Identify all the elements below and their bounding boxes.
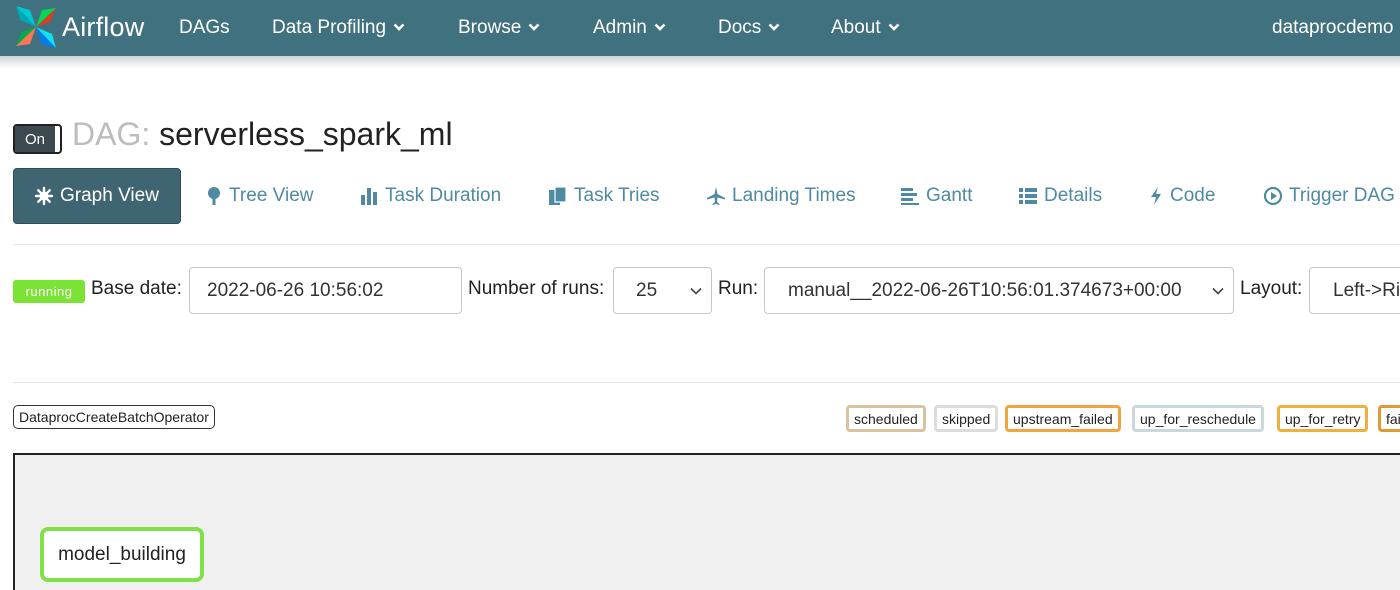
state-legend-label: skipped bbox=[942, 410, 991, 427]
state-legend-label: fai bbox=[1386, 410, 1400, 427]
chevron-down-icon bbox=[690, 287, 702, 295]
play-circle-icon bbox=[1263, 186, 1283, 206]
state-legend-label: scheduled bbox=[854, 410, 918, 427]
base-date-label: Base date: bbox=[91, 278, 182, 299]
dag-run-state-badge: running bbox=[13, 280, 85, 303]
tab-task-tries[interactable]: Task Tries bbox=[548, 168, 660, 224]
gantt-icon bbox=[901, 188, 919, 205]
tab-details-label: Details bbox=[1044, 185, 1103, 206]
nav-docs-label: Docs bbox=[718, 17, 762, 38]
title-prefix: DAG: bbox=[72, 116, 151, 152]
tab-task-duration[interactable]: Task Duration bbox=[360, 168, 501, 224]
layout-select[interactable]: Left->Ri bbox=[1309, 267, 1400, 314]
nav-dags-label: DAGs bbox=[179, 17, 230, 38]
dag-on-off-toggle[interactable]: On bbox=[13, 124, 62, 154]
num-runs-value: 25 bbox=[636, 279, 658, 301]
nav-about[interactable]: About bbox=[831, 0, 900, 56]
state-legend-scheduled[interactable]: scheduled bbox=[846, 405, 926, 432]
num-runs-select[interactable]: 25 bbox=[613, 267, 712, 314]
run-label: Run: bbox=[718, 278, 759, 299]
nav-data-profiling[interactable]: Data Profiling bbox=[272, 0, 405, 56]
files-icon bbox=[549, 186, 567, 205]
state-legend-skipped[interactable]: skipped bbox=[934, 405, 999, 432]
tab-code-label: Code bbox=[1170, 185, 1216, 206]
nav-browse-label: Browse bbox=[458, 17, 522, 38]
nav-browse[interactable]: Browse bbox=[458, 0, 540, 56]
toggle-on-label: On bbox=[15, 126, 55, 152]
state-legend-up-for-retry[interactable]: up_for_retry bbox=[1277, 405, 1369, 432]
base-date-input[interactable]: 2022-06-26 10:56:02 bbox=[189, 267, 462, 314]
divider bbox=[13, 244, 1400, 245]
tab-tree-view-label: Tree View bbox=[229, 185, 314, 206]
tab-trigger-dag-label: Trigger DAG bbox=[1289, 185, 1395, 206]
nav-about-label: About bbox=[831, 17, 881, 38]
state-legend-upstream-failed[interactable]: upstream_failed bbox=[1005, 405, 1121, 432]
tab-code[interactable]: Code bbox=[1148, 168, 1215, 224]
nav-admin-label: Admin bbox=[593, 17, 647, 38]
nav-data-profiling-label: Data Profiling bbox=[272, 17, 387, 38]
tab-graph-view-label: Graph View bbox=[60, 185, 159, 206]
brand-name: Airflow bbox=[62, 11, 145, 42]
navbar-shadow bbox=[0, 56, 1400, 68]
run-select[interactable]: manual__2022-06-26T10:56:01.374673+00:00 bbox=[764, 267, 1234, 314]
tab-landing-times-label: Landing Times bbox=[732, 185, 856, 206]
chevron-down-icon bbox=[888, 23, 900, 31]
tab-gantt[interactable]: Gantt bbox=[900, 168, 972, 224]
chevron-down-icon bbox=[528, 23, 540, 31]
navbar: Airflow DAGs Data Profiling Browse Admin… bbox=[0, 0, 1400, 56]
num-runs-label: Number of runs: bbox=[468, 278, 605, 299]
chevron-down-icon bbox=[768, 23, 780, 31]
layout-label: Layout: bbox=[1240, 278, 1303, 299]
tab-graph-view[interactable]: Graph View bbox=[13, 168, 181, 224]
nav-admin[interactable]: Admin bbox=[593, 0, 666, 56]
tab-trigger-dag[interactable]: Trigger DAG bbox=[1263, 168, 1395, 224]
chevron-down-icon bbox=[393, 23, 405, 31]
tab-task-tries-label: Task Tries bbox=[574, 185, 660, 206]
tab-landing-times[interactable]: Landing Times bbox=[706, 168, 856, 224]
nav-user-label: dataprocdemo bbox=[1272, 17, 1394, 38]
nav-docs[interactable]: Docs bbox=[718, 0, 780, 56]
task-node-model-building[interactable]: model_building bbox=[40, 527, 204, 582]
tab-task-duration-label: Task Duration bbox=[385, 185, 502, 206]
dag-name: serverless_spark_ml bbox=[159, 116, 453, 152]
chevron-down-icon bbox=[1212, 287, 1224, 295]
nav-user[interactable]: dataprocdemo bbox=[1272, 0, 1393, 56]
task-node-label: model_building bbox=[58, 543, 186, 565]
chevron-down-icon bbox=[654, 23, 666, 31]
flash-icon bbox=[1151, 187, 1161, 205]
airflow-logo-icon bbox=[16, 6, 56, 48]
tab-details[interactable]: Details bbox=[1018, 168, 1102, 224]
base-date-value: 2022-06-26 10:56:02 bbox=[207, 279, 384, 301]
state-legend-up-for-reschedule[interactable]: up_for_reschedule bbox=[1132, 405, 1264, 432]
page-title: DAG: serverless_spark_ml bbox=[72, 116, 453, 153]
state-legend-failed[interactable]: fai bbox=[1378, 405, 1400, 432]
asterisk-icon bbox=[34, 186, 54, 206]
brand-link[interactable]: Airflow bbox=[12, 2, 144, 52]
plane-icon bbox=[707, 187, 725, 205]
list-icon bbox=[1019, 188, 1037, 204]
tab-gantt-label: Gantt bbox=[926, 185, 973, 206]
state-legend-label: upstream_failed bbox=[1013, 410, 1113, 427]
tree-icon bbox=[208, 187, 220, 205]
run-value: manual__2022-06-26T10:56:01.374673+00:00 bbox=[788, 279, 1182, 301]
operator-legend-badge[interactable]: DataprocCreateBatchOperator bbox=[13, 405, 215, 429]
layout-value: Left->Ri bbox=[1333, 279, 1400, 301]
state-legend-label: up_for_retry bbox=[1285, 410, 1361, 427]
state-legend-label: up_for_reschedule bbox=[1140, 410, 1256, 427]
graph-canvas[interactable] bbox=[13, 453, 1400, 590]
nav-dags[interactable]: DAGs bbox=[179, 0, 230, 56]
tab-tree-view[interactable]: Tree View bbox=[205, 168, 313, 224]
divider bbox=[13, 382, 1400, 383]
bar-chart-icon bbox=[361, 188, 377, 205]
